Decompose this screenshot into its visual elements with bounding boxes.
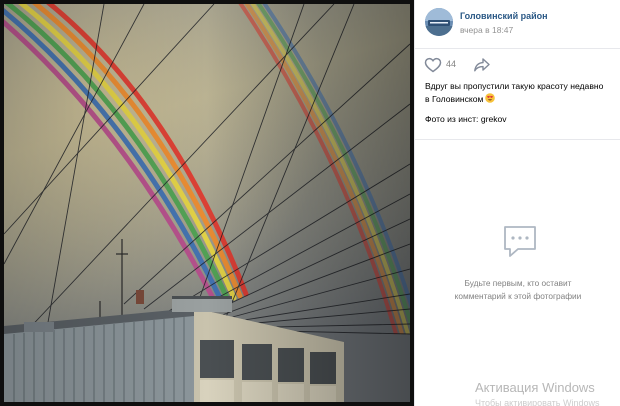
photo-viewer [0, 0, 414, 406]
post-text-line-1: Вдруг вы пропустили такую красоту недавн… [425, 81, 604, 91]
post-text-line-2: в Головинском [425, 94, 484, 104]
post-text: Вдруг вы пропустили такую красоту недавн… [425, 80, 615, 106]
post-timestamp[interactable]: вчера в 18:47 [460, 25, 513, 35]
post-header: Головинский район вчера в 18:47 [415, 0, 620, 48]
post-sidebar: Головинский район вчера в 18:47 44 Вдруг… [414, 0, 620, 406]
comments-bubble-icon [504, 226, 536, 257]
group-name-link[interactable]: Головинский район [460, 11, 548, 21]
windows-activation-subtitle: Чтобы активировать Windows [475, 398, 600, 406]
comments-divider [415, 139, 620, 140]
like-count[interactable]: 44 [446, 59, 456, 69]
no-comments-line-1: Будьте первым, кто оставит [464, 278, 572, 288]
post-photo[interactable] [4, 4, 410, 402]
heart-eyes-emoji-icon [485, 93, 496, 103]
windows-activation-watermark: Активация Windows [475, 380, 595, 395]
no-comments-message: Будьте первым, кто оставит комментарий к… [415, 277, 620, 303]
no-comments-line-2: комментарий к этой фотографии [454, 291, 582, 301]
post-text-line-2-wrap: в Головинском [425, 93, 615, 106]
header-divider [415, 48, 620, 49]
group-avatar[interactable] [425, 8, 453, 36]
photo-credit: Фото из инст: grekov [425, 114, 507, 124]
share-arrow-icon[interactable] [473, 57, 491, 73]
like-heart-icon[interactable] [424, 57, 442, 73]
